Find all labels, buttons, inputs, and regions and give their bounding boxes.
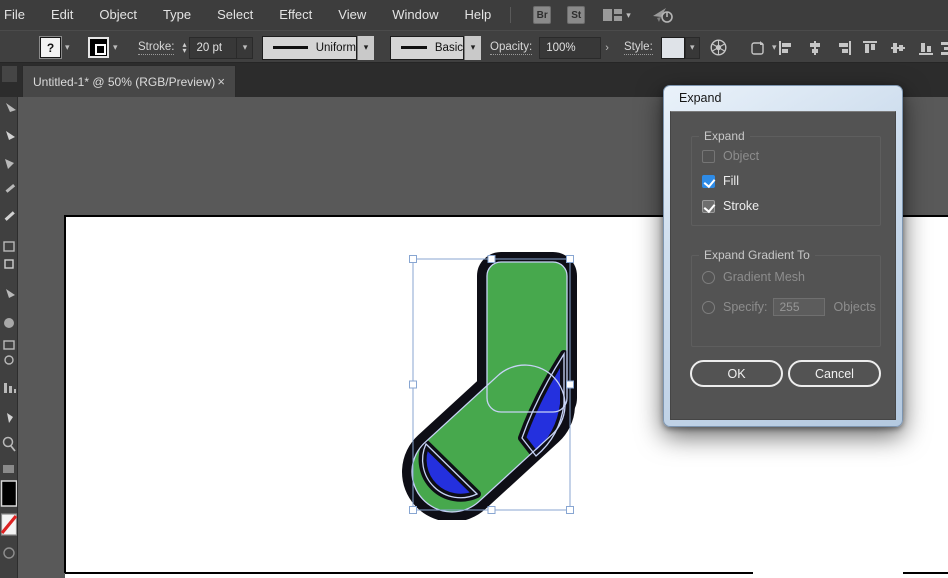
fill-label: Fill (723, 174, 739, 188)
tab-bar-corner (2, 66, 17, 82)
document-setup-icon[interactable]: ▾ (750, 31, 777, 64)
gradient-group-label: Expand Gradient To (699, 248, 815, 262)
screen-mode-icon (3, 547, 15, 559)
illustrator-window: File Edit Object Type Select Effect View… (0, 0, 948, 578)
expand-options-group: Expand Object Fill Stroke (691, 129, 881, 226)
fill-swatch-box: ? (39, 36, 62, 59)
control-bar: ? ▾ ▾ Stroke: ▴ ▾ 20 pt ▾ Uniform ▾ Basic… (0, 30, 948, 63)
gradient-mesh-label: Gradient Mesh (723, 270, 805, 284)
close-tab-icon[interactable]: × (217, 74, 225, 89)
menu-window[interactable]: Window (379, 0, 451, 30)
expand-gradient-group: Expand Gradient To Gradient Mesh Specify… (691, 248, 881, 347)
menu-file[interactable]: File (0, 0, 38, 30)
style-dropdown[interactable]: ▾ (684, 36, 700, 59)
menu-type[interactable]: Type (150, 0, 204, 30)
brush-definition-value: Basic (434, 41, 463, 54)
dialog-title: Expand (679, 91, 722, 105)
cancel-button[interactable]: Cancel (788, 360, 881, 387)
stroke-weight-dropdown[interactable]: ▾ (237, 36, 254, 59)
stroke-weight-field[interactable]: 20 pt (189, 36, 238, 59)
zoom-tool-icon (2, 436, 16, 452)
width-profile-dropdown[interactable]: Uniform ▾ (262, 31, 374, 64)
graph-tool-icon (4, 383, 16, 393)
fill-swatch-tool (0, 480, 17, 507)
fill-checkbox-row[interactable]: Fill (702, 174, 739, 188)
specify-objects-field: 255 (773, 298, 826, 316)
stroke-weight-stepper[interactable]: ▴ ▾ (182, 40, 186, 54)
stroke-weight-group: Stroke: ▴ ▾ 20 pt ▾ (138, 31, 254, 64)
menu-object[interactable]: Object (86, 0, 150, 30)
stroke-label: Stroke (723, 199, 760, 213)
valign-top-icon[interactable] (862, 31, 878, 64)
chevron-down-icon[interactable]: ▾ (357, 35, 374, 60)
object-checkbox-row: Object (702, 149, 759, 163)
artboard-bottom-edge (65, 572, 753, 574)
workspace-switcher-icon[interactable]: ▾ (603, 8, 631, 22)
specify-label: Specify: (723, 300, 768, 314)
menu-help[interactable]: Help (451, 0, 504, 30)
dialog-body: Expand Object Fill Stroke Expand Gradien… (670, 111, 896, 420)
menu-separator (510, 7, 512, 23)
specify-radio (702, 300, 715, 314)
distribute-icon[interactable] (941, 31, 948, 64)
expand-dialog: Expand Expand Object Fill Stroke Expand (663, 85, 903, 427)
menu-bar: File Edit Object Type Select Effect View… (0, 0, 948, 30)
menu-select[interactable]: Select (204, 0, 266, 30)
menu-edit[interactable]: Edit (38, 0, 86, 30)
width-profile-value: Uniform (315, 41, 356, 54)
tools-panel[interactable] (0, 97, 18, 578)
stroke-swatch-box (88, 37, 109, 58)
artboard-left-edge (64, 215, 66, 573)
stroke-checkbox[interactable] (702, 199, 715, 213)
menu-effect[interactable]: Effect (266, 0, 325, 30)
gradient-mesh-row: Gradient Mesh (702, 270, 805, 284)
brush-definition-dropdown[interactable]: Basic ▾ (390, 31, 481, 64)
stroke-color-swatch[interactable]: ▾ (88, 31, 118, 64)
fill-checkbox[interactable] (702, 174, 715, 188)
sock-artwork[interactable] (395, 248, 585, 520)
object-checkbox (702, 149, 715, 163)
recolor-artwork-icon[interactable] (710, 31, 727, 64)
object-label: Object (723, 149, 760, 163)
opacity-group: Opacity: 100% › (490, 31, 609, 64)
align-left-icon[interactable] (778, 31, 794, 64)
document-tab-title: Untitled-1* @ 50% (RGB/Preview) (33, 74, 216, 89)
chevron-down-icon[interactable]: ▾ (65, 42, 70, 53)
menu-view[interactable]: View (325, 0, 379, 30)
ok-button[interactable]: OK (690, 360, 783, 387)
valign-bottom-icon[interactable] (918, 31, 934, 64)
chevron-down-icon: ▾ (772, 42, 777, 52)
fill-color-swatch[interactable]: ? ▾ (39, 31, 70, 64)
align-center-icon[interactable] (807, 31, 823, 64)
chevron-right-icon[interactable]: › (605, 42, 609, 54)
tool-icon-fragments (2, 103, 16, 473)
gradient-mesh-radio (702, 270, 715, 284)
style-label[interactable]: Style: (624, 41, 653, 55)
style-group: Style: ▾ (624, 31, 700, 64)
opacity-label[interactable]: Opacity: (490, 41, 533, 55)
share-app-icon[interactable] (651, 6, 673, 24)
opacity-field[interactable]: 100% (539, 36, 602, 59)
width-profile-line-icon (273, 46, 308, 49)
artboard-bottom-edge-right (903, 572, 948, 574)
style-swatch[interactable] (660, 36, 685, 59)
brush-line-icon (401, 46, 427, 49)
bridge-button[interactable]: Br (533, 6, 552, 24)
chevron-down-icon[interactable]: ▾ (464, 35, 481, 60)
chevron-down-icon: ▾ (626, 9, 631, 20)
specify-row: Specify: 255 Objects (702, 298, 876, 316)
stroke-label[interactable]: Stroke: (138, 41, 175, 55)
stroke-none-swatch-tool (0, 513, 17, 536)
align-right-icon[interactable] (836, 31, 852, 64)
objects-label: Objects (833, 300, 876, 314)
stroke-checkbox-row[interactable]: Stroke (702, 199, 759, 213)
expand-group-label: Expand (699, 129, 750, 143)
document-tab[interactable]: Untitled-1* @ 50% (RGB/Preview) × (22, 65, 236, 97)
stock-button[interactable]: St (567, 6, 586, 24)
valign-middle-icon[interactable] (890, 31, 906, 64)
chevron-down-icon[interactable]: ▾ (113, 42, 118, 53)
